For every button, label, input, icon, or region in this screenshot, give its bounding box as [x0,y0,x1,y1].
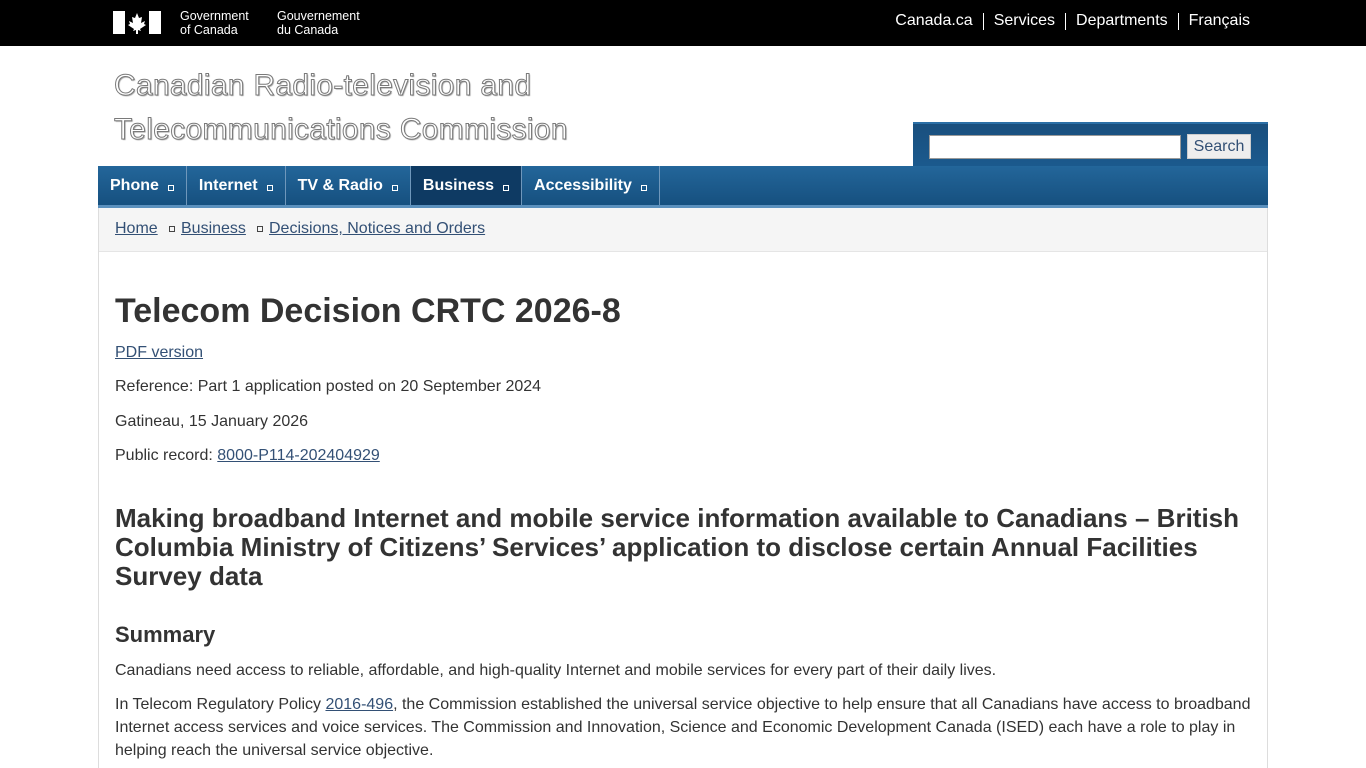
menu-label: Internet [198,176,258,194]
menu-item-business[interactable]: Business [410,166,523,205]
expand-icon [266,184,273,191]
expand-icon [391,184,398,191]
menu-label: TV & Radio [297,176,383,194]
expand-icon [167,184,174,191]
menu-item-accessibility[interactable]: Accessibility [522,166,660,205]
breadcrumb-decisions[interactable]: Decisions, Notices and Orders [269,220,485,238]
nav-canada-ca[interactable]: Canada.ca [885,12,982,30]
summary-heading: Summary [115,622,216,647]
pdf-version-link[interactable]: PDF version [115,344,203,361]
menu-label: Phone [110,176,159,194]
nav-services[interactable]: Services [984,12,1065,30]
search-button[interactable]: Search [1187,134,1251,159]
summary-paragraph-2: In Telecom Regulatory Policy 2016-496, t… [115,693,1255,762]
dateline-text: Gatineau, 15 January 2026 [115,413,309,430]
gc-signature-fr[interactable]: Gouvernement du Canada [277,9,360,37]
site-title[interactable]: Canadian Radio-television and Telecommun… [114,64,569,152]
site-title-line1: Canadian Radio-television and [114,69,532,103]
menu-item-internet[interactable]: Internet [187,166,286,205]
breadcrumb: Home Business Decisions, Notices and Ord… [99,208,1267,252]
menu-item-tv-radio[interactable]: TV & Radio [286,166,411,205]
reference-text: Reference: Part 1 application posted on … [115,378,542,395]
public-record-link[interactable]: 8000-P114-202404929 [217,447,380,464]
menu-item-phone[interactable]: Phone [98,166,187,205]
public-record: Public record: 8000-P114-202404929 [115,447,380,465]
sig-fr-line2: du Canada [277,23,339,37]
sig-en-line1: Government [180,9,249,23]
breadcrumb-business[interactable]: Business [181,220,246,238]
page-title: Telecom Decision CRTC 2026-8 [115,292,621,330]
gc-signature-en[interactable]: Government of Canada [180,9,249,37]
menu-label: Business [422,176,495,194]
breadcrumb-separator-icon [257,226,263,232]
nav-departments[interactable]: Departments [1066,12,1178,30]
canada-flag-icon[interactable] [113,11,161,34]
search-panel: Search [913,122,1268,168]
summary-p2-before: In Telecom Regulatory Policy [115,696,326,713]
menu-label: Accessibility [534,176,632,194]
public-record-label: Public record: [115,447,218,464]
search-input[interactable] [929,135,1181,159]
decision-subtitle: Making broadband Internet and mobile ser… [115,503,1240,591]
sig-en-line2: of Canada [180,23,238,37]
breadcrumb-home[interactable]: Home [115,220,158,238]
main-menu: Phone Internet TV & Radio Business Acces… [98,166,1268,208]
content-frame: Home Business Decisions, Notices and Ord… [98,208,1268,768]
policy-2016-496-link[interactable]: 2016-496 [325,696,393,713]
expand-icon [503,184,510,191]
sig-fr-line1: Gouvernement [277,9,360,23]
breadcrumb-separator-icon [169,226,175,232]
nav-language-toggle[interactable]: Français [1179,12,1250,30]
gc-nav: Canada.ca Services Departments Français [885,12,1250,30]
expand-icon [640,184,647,191]
summary-paragraph-1: Canadians need access to reliable, affor… [115,662,997,679]
site-title-line2: Telecommunications Commission [114,113,569,147]
gc-top-bar: Government of Canada Gouvernement du Can… [0,0,1366,46]
